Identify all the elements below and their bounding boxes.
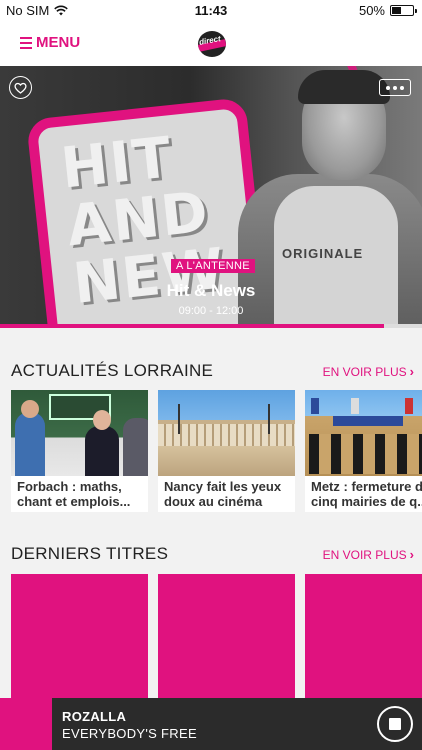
battery-icon (390, 5, 417, 16)
status-right: 50% (358, 3, 417, 18)
now-playing-hero[interactable]: HIT AND NEW ORIGINALE A L'ANTENNE Hit & … (0, 66, 422, 328)
news-thumbnail (11, 390, 148, 476)
chevron-right-icon: › (409, 364, 414, 379)
titles-see-more-label: EN VOIR PLUS (322, 547, 407, 562)
battery-fill (392, 7, 401, 14)
heart-icon (14, 82, 27, 94)
presenter-shirt-text: ORIGINALE (282, 246, 364, 261)
news-see-more-link[interactable]: EN VOIR PLUS › (323, 364, 414, 379)
show-progress-bar (0, 324, 422, 328)
titles-see-more-link[interactable]: EN VOIR PLUS › (323, 547, 414, 562)
show-title: Hit & News (166, 281, 256, 300)
favorite-button[interactable] (9, 76, 32, 99)
news-see-more-label: EN VOIR PLUS (322, 364, 407, 379)
status-bar: No SIM 11:43 50% (0, 0, 422, 22)
news-carousel[interactable]: Forbach : maths, chant et emplois... Nan… (0, 390, 422, 512)
player-artist: ROZALLA (62, 709, 127, 724)
logo-text: direct (198, 34, 222, 47)
battery-percent: 50% (358, 3, 385, 18)
menu-label: MENU (36, 34, 81, 51)
show-progress-fill (0, 324, 385, 328)
news-card-title: Nancy fait les yeux doux au cinéma (164, 479, 282, 509)
more-dots-icon (386, 85, 390, 90)
stop-button[interactable] (377, 706, 413, 742)
news-section-header: ACTUALITÉS LORRAINE EN VOIR PLUS › (0, 361, 422, 385)
news-card[interactable]: Metz : fermeture d cinq mairies de q... (305, 390, 422, 512)
news-card-title: Forbach : maths, chant et emplois... (17, 479, 131, 509)
mini-player[interactable]: ROZALLA EVERYBODY'S FREE (52, 698, 422, 750)
player-track-title: EVERYBODY'S FREE (62, 726, 197, 741)
titles-section-title: DERNIERS TITRES (11, 544, 169, 563)
news-thumbnail (158, 390, 295, 476)
stop-icon (389, 718, 401, 730)
more-options-button[interactable] (379, 79, 411, 96)
show-time: 09:00 - 12:00 (178, 305, 244, 317)
titles-section-header: DERNIERS TITRES EN VOIR PLUS › (0, 544, 422, 568)
on-air-badge: A L'ANTENNE (171, 259, 255, 273)
presenter-hair (298, 70, 390, 104)
nav-bar: MENU direct (0, 22, 422, 66)
news-thumbnail (305, 390, 422, 476)
news-card-title: Metz : fermeture d cinq mairies de q... (311, 479, 422, 509)
player-artwork[interactable] (0, 698, 52, 750)
news-card[interactable]: Nancy fait les yeux doux au cinéma (158, 390, 295, 512)
station-logo[interactable]: direct (198, 31, 226, 57)
news-card[interactable]: Forbach : maths, chant et emplois... (11, 390, 148, 512)
news-section-title: ACTUALITÉS LORRAINE (11, 361, 214, 380)
menu-button[interactable]: MENU (20, 34, 80, 51)
chevron-right-icon: › (409, 547, 414, 562)
hamburger-icon (20, 36, 32, 49)
